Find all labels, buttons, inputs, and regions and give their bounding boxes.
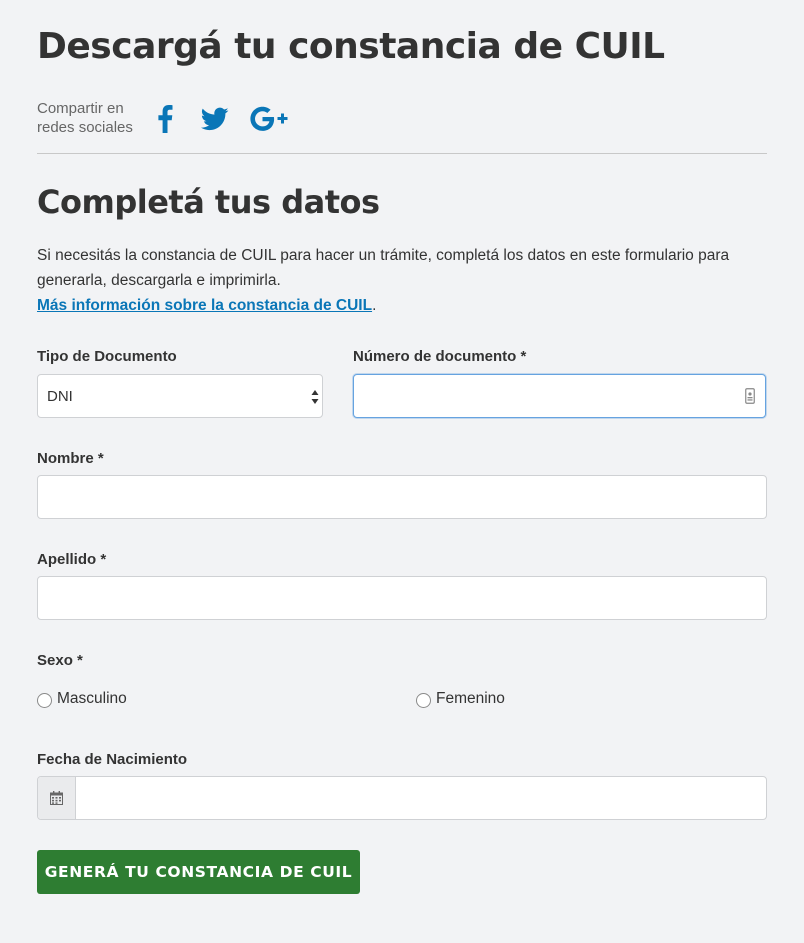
page-title: Descargá tu constancia de CUIL [37, 26, 665, 67]
fecha-nacimiento-input[interactable] [37, 776, 767, 820]
radio-masculino-label: Masculino [57, 690, 127, 707]
more-info-suffix: . [372, 297, 377, 314]
apellido-label: Apellido * [37, 551, 107, 568]
radio-femenino-circle[interactable] [416, 693, 431, 708]
calendar-addon[interactable] [38, 777, 76, 819]
intro-text: Si necesitás la constancia de CUIL para … [37, 247, 730, 289]
share-label: Compartir en redes sociales [37, 99, 147, 137]
share-label-line2: redes sociales [37, 119, 133, 136]
contact-card-icon [745, 388, 755, 404]
apellido-input[interactable] [37, 576, 767, 620]
nombre-input[interactable] [37, 475, 767, 519]
numero-documento-input[interactable] [353, 374, 766, 418]
tipo-documento-select[interactable]: DNI [37, 374, 323, 418]
radio-femenino[interactable]: Femenino [416, 690, 505, 708]
sexo-label: Sexo * [37, 652, 83, 669]
facebook-icon[interactable] [157, 105, 173, 133]
numero-documento-label: Número de documento * [353, 348, 527, 365]
sexo-radio-group: Masculino Femenino [37, 690, 767, 712]
social-share-bar: Compartir en redes sociales [37, 99, 767, 154]
tipo-documento-value: DNI [47, 388, 73, 405]
radio-femenino-label: Femenino [436, 690, 505, 707]
intro-paragraph: Si necesitás la constancia de CUIL para … [37, 243, 767, 318]
more-info-link[interactable]: Más información sobre la constancia de C… [37, 297, 372, 314]
radio-masculino-circle[interactable] [37, 693, 52, 708]
share-label-line1: Compartir en [37, 100, 124, 117]
select-arrows-icon [311, 390, 319, 404]
calendar-icon [50, 791, 63, 805]
generate-constancia-button[interactable]: GENERÁ TU CONSTANCIA DE CUIL [37, 850, 360, 894]
google-plus-icon[interactable] [249, 105, 291, 133]
radio-masculino[interactable]: Masculino [37, 690, 127, 708]
nombre-label: Nombre * [37, 450, 104, 467]
form-heading: Completá tus datos [37, 183, 380, 221]
twitter-icon[interactable] [201, 105, 229, 133]
fecha-nacimiento-label: Fecha de Nacimiento [37, 751, 188, 768]
tipo-documento-label: Tipo de Documento [37, 348, 177, 365]
